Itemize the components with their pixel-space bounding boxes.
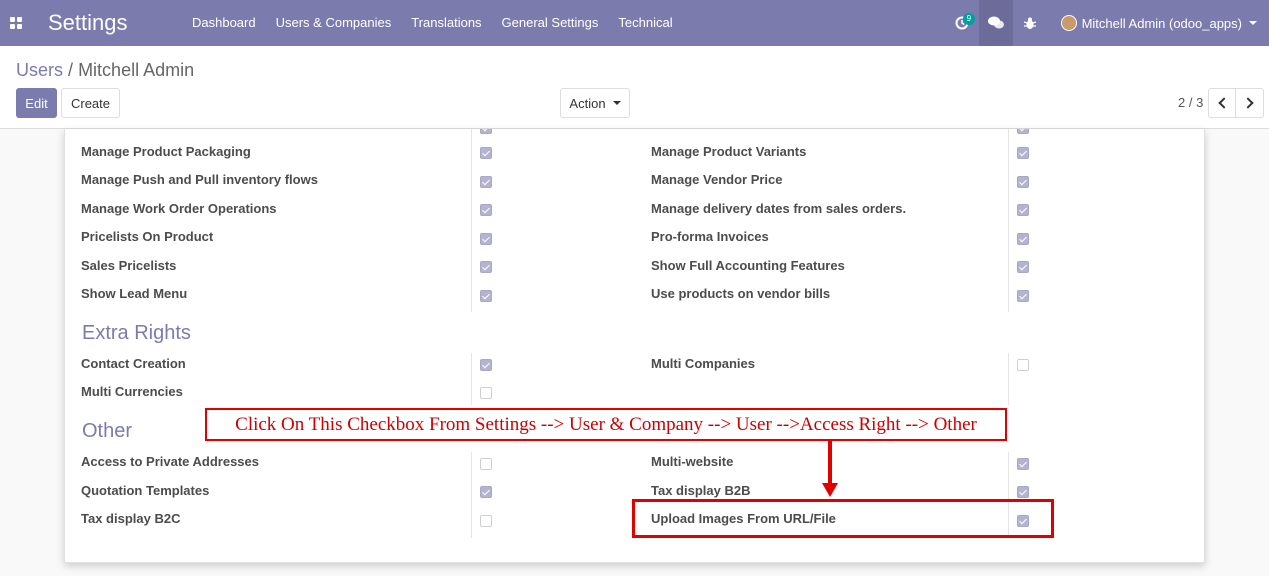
action-label: Action xyxy=(569,95,606,111)
checkbox-work-order[interactable] xyxy=(480,204,492,216)
checkbox-tax-b2c[interactable] xyxy=(480,515,492,527)
user-name: Mitchell Admin (odoo_apps) xyxy=(1081,15,1242,31)
breadcrumb-current: Mitchell Admin xyxy=(78,60,195,80)
highlight-box xyxy=(632,499,1054,538)
checkbox-multi-currencies[interactable] xyxy=(480,387,492,399)
menu-users-companies[interactable]: Users & Companies xyxy=(266,0,402,46)
checkbox-tax-b2b[interactable] xyxy=(1017,486,1029,498)
action-dropdown[interactable]: Action xyxy=(560,88,630,118)
menu-technical[interactable]: Technical xyxy=(608,0,682,46)
pager-value: 2 / 3 xyxy=(1178,95,1204,110)
field-label: Multi Currencies xyxy=(81,384,183,399)
chevron-left-icon xyxy=(1217,97,1230,109)
field-label: Manage Product Packaging xyxy=(81,144,251,159)
checkbox-full-accounting[interactable] xyxy=(1017,261,1029,273)
avatar xyxy=(1060,15,1077,31)
control-panel: Users / Mitchell Admin Edit Create Actio… xyxy=(0,46,1269,129)
breadcrumb-users[interactable]: Users xyxy=(16,60,63,80)
field-label: Tax display B2C xyxy=(81,511,181,526)
chevron-right-icon xyxy=(1242,97,1254,109)
section-title-extra-rights: Extra Rights xyxy=(82,322,191,344)
field-label: Tax display B2B xyxy=(651,483,751,498)
field-label: Quotation Templates xyxy=(81,483,210,498)
field-label: Pricelists On Product xyxy=(81,229,214,244)
create-button[interactable]: Create xyxy=(61,88,120,118)
chevron-down-icon xyxy=(1249,21,1257,25)
arrow-down-icon xyxy=(828,441,832,485)
checkbox-sales-pricelists[interactable] xyxy=(480,261,492,273)
field-label: Access to Private Addresses xyxy=(81,454,260,469)
menu-dashboard[interactable]: Dashboard xyxy=(182,0,266,46)
arrow-head-icon xyxy=(822,483,838,497)
column-divider xyxy=(1008,129,1009,312)
breadcrumb-separator: / xyxy=(68,60,74,80)
section-title-other: Other xyxy=(82,420,133,442)
checkbox-private-addresses[interactable] xyxy=(480,458,492,470)
field-label: Multi Companies xyxy=(651,356,756,371)
column-divider xyxy=(1008,353,1009,405)
column-divider xyxy=(471,452,472,538)
app-title: Settings xyxy=(48,10,128,35)
checkbox-proforma[interactable] xyxy=(1017,233,1029,245)
checkbox-vendor-bills[interactable] xyxy=(1017,290,1029,302)
chevron-down-icon xyxy=(612,101,621,105)
checkbox-product-variants[interactable] xyxy=(1017,147,1029,159)
apps-grid-icon[interactable] xyxy=(0,0,32,46)
checkbox-multi-website[interactable] xyxy=(1017,458,1029,470)
instruction-callout: Click On This Checkbox From Settings -->… xyxy=(205,408,1007,441)
field-label: Manage Vendor Price xyxy=(651,172,783,187)
field-label: Contact Creation xyxy=(81,356,186,371)
field-label: Manage delivery dates from sales orders. xyxy=(651,201,907,216)
field-label: Show Full Accounting Features xyxy=(651,258,845,273)
main-menu: Dashboard Users & Companies Translations… xyxy=(182,0,683,46)
checkbox-pricelists-product[interactable] xyxy=(480,233,492,245)
navbar-right: 9 Mitchell Admin (odoo_apps) xyxy=(945,0,1269,46)
column-divider xyxy=(471,353,472,405)
field-label: Show Lead Menu xyxy=(81,286,188,301)
chat-bubbles-icon[interactable] xyxy=(978,0,1013,46)
activity-count-badge: 9 xyxy=(962,13,976,25)
menu-general-settings[interactable]: General Settings xyxy=(492,0,609,46)
column-divider xyxy=(471,129,472,312)
field-label: Manage Product Variants xyxy=(651,144,807,159)
field-label: Manage Work Order Operations xyxy=(81,201,277,216)
checkbox-delivery-dates[interactable] xyxy=(1017,204,1029,216)
checkbox-push-pull[interactable] xyxy=(480,176,492,188)
activity-clock-icon[interactable]: 9 xyxy=(945,0,979,46)
next-record-button[interactable] xyxy=(1235,88,1264,118)
field-label: Sales Pricelists xyxy=(81,258,177,273)
checkbox-contact-creation[interactable] xyxy=(480,359,492,371)
checkbox-lead-menu[interactable] xyxy=(480,290,492,302)
field-label: Manage Push and Pull inventory flows xyxy=(81,172,318,187)
menu-translations[interactable]: Translations xyxy=(401,0,491,46)
previous-record-button[interactable] xyxy=(1208,88,1236,118)
checkbox-product-packaging[interactable] xyxy=(480,147,492,159)
form-sheet xyxy=(64,129,1205,563)
checkbox-multi-companies[interactable] xyxy=(1017,359,1029,371)
top-navbar: Settings Dashboard Users & Companies Tra… xyxy=(0,0,1269,46)
field-label: Use products on vendor bills xyxy=(651,286,831,301)
user-menu[interactable]: Mitchell Admin (odoo_apps) xyxy=(1047,0,1269,46)
checkbox-vendor-price[interactable] xyxy=(1017,176,1029,188)
field-label: Multi-website xyxy=(651,454,734,469)
edit-button[interactable]: Edit xyxy=(16,88,57,118)
debug-bug-icon[interactable] xyxy=(1013,0,1047,46)
field-label: Pro-forma Invoices xyxy=(651,229,769,244)
breadcrumb: Users / Mitchell Admin xyxy=(16,60,194,81)
checkbox-quotation-templates[interactable] xyxy=(480,486,492,498)
